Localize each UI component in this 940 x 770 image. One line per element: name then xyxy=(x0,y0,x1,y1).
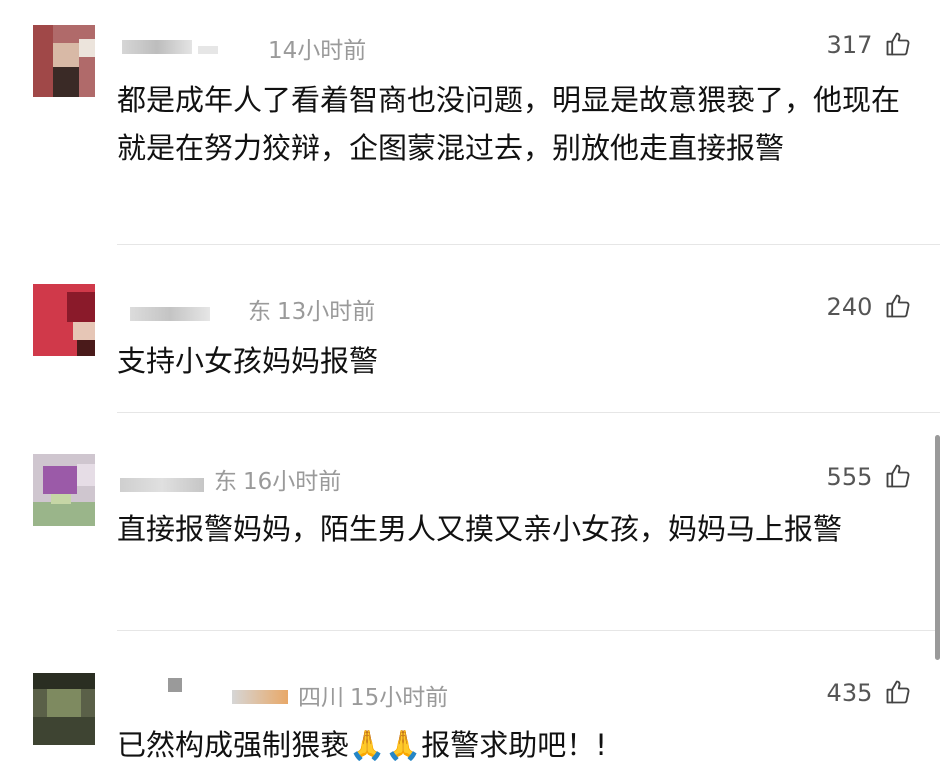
comment-text: 都是成年人了看着智商也没问题，明显是故意猥亵了，他现在就是在努力狡辩，企图蒙混过… xyxy=(117,83,901,165)
comment-meta: 东 16小时前 xyxy=(214,462,347,496)
comment-text: 直接报警妈妈，陌生男人又摸又亲小女孩，妈妈马上报警 xyxy=(117,512,843,546)
like-button[interactable]: 555 xyxy=(827,462,912,491)
like-button[interactable]: 317 xyxy=(827,30,912,59)
comment-location: 四川 xyxy=(298,685,344,711)
comment-time: 16小时前 xyxy=(243,469,342,495)
comment-text: 支持小女孩妈妈报警 xyxy=(117,344,379,378)
username-blurred[interactable] xyxy=(122,40,192,54)
username-blurred[interactable] xyxy=(120,478,204,492)
username-blurred[interactable] xyxy=(168,678,182,692)
comment-meta: 四川 15小时前 xyxy=(298,678,454,712)
thumbs-up-icon xyxy=(886,464,910,488)
comment-meta: 14小时前 xyxy=(262,31,372,65)
comment-location: 东 xyxy=(248,299,271,325)
avatar[interactable] xyxy=(33,454,95,526)
comment-time: 15小时前 xyxy=(350,685,449,711)
username-blurred[interactable] xyxy=(130,307,210,321)
like-count: 435 xyxy=(826,679,873,707)
comment-time: 13小时前 xyxy=(277,299,376,325)
username-blurred xyxy=(198,46,218,54)
avatar[interactable] xyxy=(33,25,95,97)
comment-meta: 东 13小时前 xyxy=(248,292,381,326)
comment-location: 东 xyxy=(214,469,237,495)
divider xyxy=(117,244,940,245)
like-count: 555 xyxy=(826,463,873,491)
scrollbar[interactable] xyxy=(935,435,940,660)
username-blurred xyxy=(232,690,288,704)
divider xyxy=(117,412,940,413)
thumbs-up-icon xyxy=(886,294,910,318)
divider xyxy=(117,630,940,631)
like-button[interactable]: 435 xyxy=(827,678,912,707)
avatar[interactable] xyxy=(33,673,95,745)
like-count: 317 xyxy=(826,31,873,59)
comment-time: 14小时前 xyxy=(268,38,367,64)
like-count: 240 xyxy=(826,293,873,321)
thumbs-up-icon xyxy=(886,32,910,56)
comment-text: 已然构成强制猥亵🙏🙏报警求助吧！! xyxy=(117,728,607,762)
avatar[interactable] xyxy=(33,284,95,356)
like-button[interactable]: 240 xyxy=(827,292,912,321)
thumbs-up-icon xyxy=(886,680,910,704)
